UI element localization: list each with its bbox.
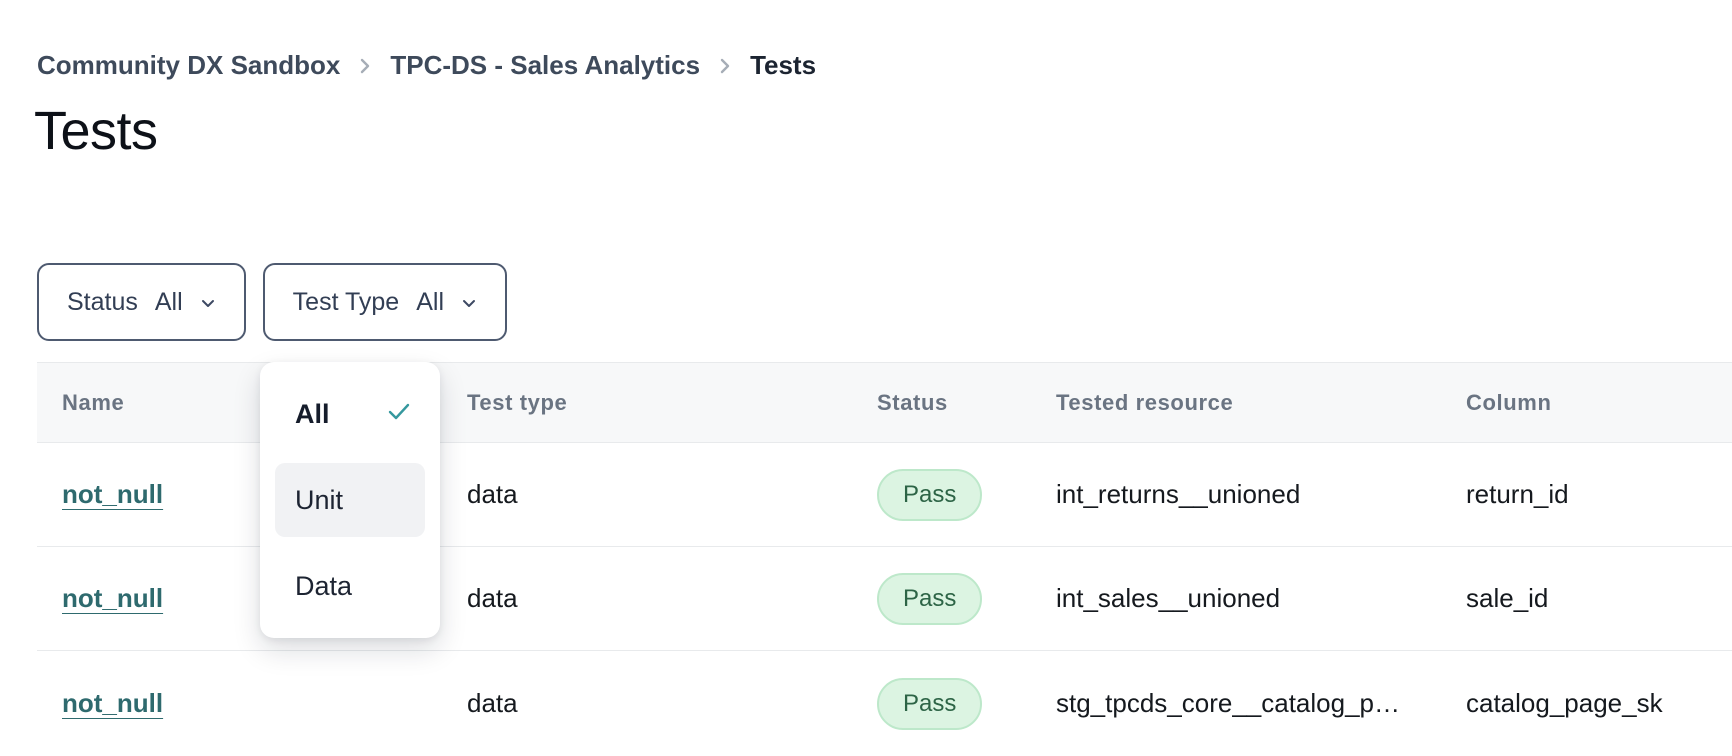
chevron-down-icon — [459, 293, 479, 313]
breadcrumb: Community DX Sandbox TPC-DS - Sales Anal… — [37, 50, 816, 81]
cell-tested-resource: int_returns__unioned — [1056, 479, 1466, 510]
table-row: not_null data Pass stg_tpcds_core__catal… — [37, 651, 1732, 756]
status-filter-button[interactable]: Status All — [37, 263, 246, 341]
chevron-right-icon — [357, 53, 373, 79]
cell-test-type: data — [467, 479, 877, 510]
dropdown-option-label: Unit — [295, 485, 343, 516]
page-title: Tests — [34, 100, 158, 162]
test-name-link[interactable]: not_null — [62, 583, 163, 613]
cell-test-type: data — [467, 688, 877, 719]
chevron-down-icon — [198, 293, 218, 313]
dropdown-option-all[interactable]: All — [275, 377, 425, 451]
dropdown-option-data[interactable]: Data — [275, 549, 425, 623]
cell-column: return_id — [1466, 479, 1732, 510]
cell-column: catalog_page_sk — [1466, 688, 1732, 719]
status-filter-value: All — [155, 288, 183, 317]
column-header-test-type: Test type — [467, 390, 877, 416]
cell-status: Pass — [877, 678, 1056, 730]
breadcrumb-item-current: Tests — [750, 50, 816, 81]
test-type-dropdown-menu: All Unit Data — [260, 362, 440, 638]
test-type-filter-label: Test Type — [293, 288, 400, 317]
status-badge: Pass — [877, 678, 982, 730]
tests-page: Community DX Sandbox TPC-DS - Sales Anal… — [0, 0, 1732, 756]
cell-status: Pass — [877, 469, 1056, 521]
test-name-link[interactable]: not_null — [62, 479, 163, 509]
cell-test-type: data — [467, 583, 877, 614]
check-icon — [387, 399, 411, 430]
test-type-filter-button[interactable]: Test Type All — [263, 263, 507, 341]
chevron-right-icon — [717, 53, 733, 79]
status-filter-label: Status — [67, 288, 138, 317]
column-header-tested-resource: Tested resource — [1056, 390, 1466, 416]
test-name-link[interactable]: not_null — [62, 688, 163, 718]
dropdown-option-label: Data — [295, 571, 352, 602]
column-header-status: Status — [877, 390, 1056, 416]
status-badge: Pass — [877, 469, 982, 521]
test-type-filter-value: All — [416, 288, 444, 317]
cell-name: not_null — [62, 688, 467, 719]
cell-tested-resource: int_sales__unioned — [1056, 583, 1466, 614]
cell-status: Pass — [877, 573, 1056, 625]
filter-bar: Status All Test Type All — [37, 263, 507, 341]
cell-column: sale_id — [1466, 583, 1732, 614]
breadcrumb-item-environment[interactable]: TPC-DS - Sales Analytics — [390, 50, 700, 81]
cell-tested-resource: stg_tpcds_core__catalog_p… — [1056, 688, 1466, 719]
breadcrumb-item-project[interactable]: Community DX Sandbox — [37, 50, 340, 81]
column-header-column: Column — [1466, 390, 1732, 416]
status-badge: Pass — [877, 573, 982, 625]
dropdown-option-label: All — [295, 399, 330, 430]
dropdown-option-unit[interactable]: Unit — [275, 463, 425, 537]
